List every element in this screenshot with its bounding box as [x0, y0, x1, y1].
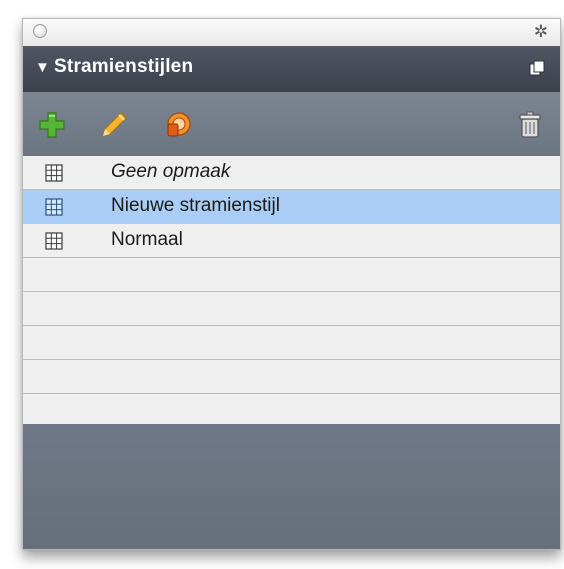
grid-icon	[45, 232, 63, 250]
panel-title[interactable]: ▼ Stramienstijlen	[35, 56, 193, 78]
palette-footer-area	[23, 424, 560, 549]
grid-style-list[interactable]: Geen opmaak Nieuwe stramienstijl Normaal	[23, 156, 560, 424]
list-item[interactable]: Normaal	[23, 224, 560, 258]
disclosure-triangle-icon[interactable]: ▼	[35, 59, 50, 76]
grid-icon	[45, 198, 63, 216]
edit-style-button[interactable]	[99, 110, 129, 140]
panel-menu-icon[interactable]	[528, 59, 546, 77]
style-label: Normaal	[111, 229, 183, 250]
list-item[interactable]: Geen opmaak	[23, 156, 560, 190]
new-style-button[interactable]	[37, 110, 67, 140]
duplicate-style-button[interactable]	[163, 110, 193, 140]
grid-icon	[45, 164, 63, 182]
panel-header[interactable]: ▼ Stramienstijlen	[23, 46, 560, 92]
close-icon[interactable]	[33, 24, 47, 38]
delete-style-button[interactable]	[515, 110, 545, 140]
style-label: Nieuwe stramienstijl	[111, 195, 280, 216]
gear-icon[interactable]: ✲	[534, 22, 548, 42]
palette-toolbar	[23, 92, 560, 156]
palette-titlebar[interactable]: ✲	[23, 19, 560, 46]
panel-title-label: Stramienstijlen	[54, 56, 194, 77]
list-item[interactable]: Nieuwe stramienstijl	[23, 190, 560, 224]
grid-styles-palette: ✲ ▼ Stramienstijlen Geen opmaak Nieuwe s…	[22, 18, 561, 550]
style-label: Geen opmaak	[111, 161, 231, 182]
